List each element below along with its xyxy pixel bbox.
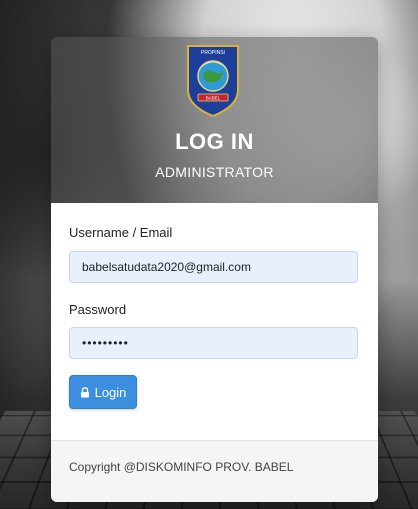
login-button[interactable]: Login <box>69 375 137 409</box>
password-input[interactable]: ••••••••• <box>69 327 358 359</box>
login-form: Username / Email babelsatudata2020@gmail… <box>51 203 378 440</box>
login-header: PROPINSI BABEL LOG IN ADMINISTRATOR <box>51 37 378 203</box>
username-input[interactable]: babelsatudata2020@gmail.com <box>69 251 358 283</box>
page-subtitle: ADMINISTRATOR <box>155 164 274 180</box>
copyright-text: Copyright @DISKOMINFO PROV. BABEL <box>69 460 294 474</box>
login-button-label: Login <box>94 384 127 400</box>
lock-icon <box>80 386 89 397</box>
logo-top-text: PROPINSI <box>201 50 225 56</box>
login-footer: Copyright @DISKOMINFO PROV. BABEL <box>51 440 378 502</box>
login-card: PROPINSI BABEL LOG IN ADMINISTRATOR User… <box>51 37 378 502</box>
logo-ribbon-text: BABEL <box>206 96 221 101</box>
username-label: Username / Email <box>69 225 173 240</box>
page-title: LOG IN <box>175 129 254 154</box>
province-logo: PROPINSI BABEL <box>187 45 239 118</box>
password-label: Password <box>69 302 127 317</box>
